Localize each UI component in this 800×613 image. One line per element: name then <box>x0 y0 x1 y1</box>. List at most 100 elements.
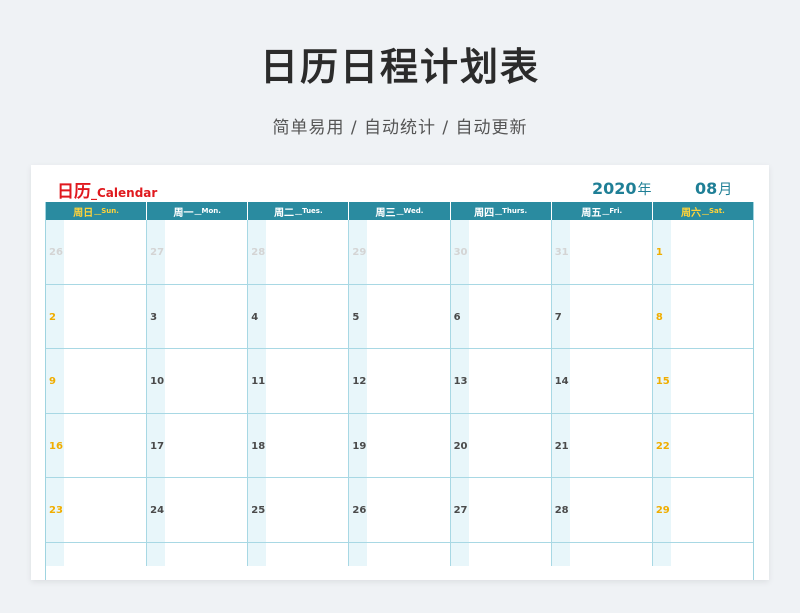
weekday-cn: 周二 <box>274 207 295 219</box>
day-cell[interactable] <box>248 542 350 566</box>
week-row: 9 10 11 12 13 14 15 <box>46 349 753 414</box>
day-number: 17 <box>150 440 165 452</box>
day-number: 5 <box>352 311 360 323</box>
year-value: 2020 <box>592 179 637 198</box>
day-cell[interactable]: 15 <box>652 349 753 413</box>
day-cell[interactable]: 27 <box>450 478 552 542</box>
day-number: 27 <box>150 247 165 258</box>
day-number: 1 <box>655 247 663 258</box>
day-cell[interactable]: 29 <box>652 478 753 542</box>
page-subtitle: 简单易用 / 自动统计 / 自动更新 <box>272 118 528 138</box>
day-cell[interactable]: 7 <box>551 284 653 349</box>
day-number: 12 <box>352 376 367 388</box>
weekday-cn: 周六 <box>681 207 702 219</box>
day-cell[interactable] <box>450 542 552 566</box>
day-cell[interactable]: 11 <box>248 349 350 413</box>
weekday-cn: 周一 <box>173 207 194 219</box>
day-cell[interactable]: 24 <box>147 478 249 542</box>
day-cell[interactable] <box>551 542 653 566</box>
week-row: 23 24 25 26 27 28 29 <box>46 478 753 543</box>
day-number: 8 <box>655 311 663 323</box>
weekday-header: 周日 __Sun. <box>46 202 148 220</box>
day-number: 3 <box>150 311 158 323</box>
day-cell[interactable]: 10 <box>147 349 249 413</box>
day-cell[interactable] <box>349 542 451 566</box>
day-cell[interactable]: 20 <box>450 413 552 478</box>
day-cell[interactable]: 21 <box>551 413 653 478</box>
day-cell[interactable]: 22 <box>652 413 753 478</box>
day-number: 29 <box>352 247 367 258</box>
day-cell[interactable] <box>652 542 753 566</box>
weekday-header: 周二 __Tues. <box>248 202 350 220</box>
day-number: 11 <box>251 376 266 388</box>
day-cell[interactable]: 17 <box>147 413 249 478</box>
day-number: 24 <box>150 505 165 517</box>
calendar-grid: 周日 __Sun. 周一 __Mon. 周二 __Tues. 周三 __Wed. 周四 __Thu… <box>45 202 754 580</box>
day-number: 9 <box>49 376 56 388</box>
weekday-en: __Fri. <box>602 207 623 215</box>
day-number: 28 <box>554 505 569 517</box>
day-cell[interactable]: 16 <box>46 413 148 478</box>
month-display: 08 月 <box>695 179 732 199</box>
weekday-en: __Sat. <box>702 207 725 215</box>
day-number: 6 <box>453 311 461 323</box>
weekday-en: __Thurs. <box>495 207 528 215</box>
day-number: 22 <box>655 440 670 452</box>
calendar-weeks: 26 27 28 29 30 31 1 2 3 4 5 6 7 8 9 10 11 12 13 14 15 16 17 18 1… <box>46 220 753 566</box>
day-number: 31 <box>554 247 569 258</box>
week-row: 26 27 28 29 30 31 1 <box>46 220 753 285</box>
day-cell[interactable]: 30 <box>450 220 552 284</box>
day-cell[interactable]: 25 <box>248 478 350 542</box>
day-cell[interactable]: 9 <box>46 349 148 413</box>
day-cell[interactable] <box>147 542 249 566</box>
day-cell[interactable]: 29 <box>349 220 451 284</box>
weekday-en: __Wed. <box>396 207 424 215</box>
calendar-label: 日历 _Calendar <box>57 177 157 202</box>
day-number: 10 <box>150 376 165 388</box>
day-cell[interactable]: 3 <box>147 284 249 349</box>
day-cell[interactable]: 26 <box>46 220 148 284</box>
day-cell[interactable]: 4 <box>248 284 350 349</box>
day-cell[interactable]: 2 <box>46 284 148 349</box>
year-unit: 年 <box>637 182 652 198</box>
day-cell[interactable]: 31 <box>551 220 653 284</box>
weekday-header-row: 周日 __Sun. 周一 __Mon. 周二 __Tues. 周三 __Wed. 周四 __Thu… <box>46 202 753 220</box>
day-cell[interactable]: 14 <box>551 349 653 413</box>
weekday-header: 周三 __Wed. <box>349 202 451 220</box>
day-number: 2 <box>49 311 56 323</box>
day-cell[interactable]: 28 <box>551 478 653 542</box>
week-row <box>46 542 753 566</box>
day-cell[interactable]: 26 <box>349 478 451 542</box>
day-cell[interactable]: 23 <box>46 478 148 542</box>
weekday-header: 周五 __Fri. <box>552 202 653 220</box>
weekday-header: 周四 __Thurs. <box>451 202 552 220</box>
year-display: 2020 年 <box>592 179 652 199</box>
weekday-en: __Tues. <box>295 207 323 215</box>
day-number: 20 <box>453 440 468 452</box>
weekday-header: 周六 __Sat. <box>653 202 753 220</box>
day-cell[interactable]: 28 <box>248 220 350 284</box>
day-cell[interactable]: 18 <box>248 413 350 478</box>
day-cell[interactable]: 8 <box>652 284 753 349</box>
day-number: 19 <box>352 440 367 452</box>
day-number: 27 <box>453 505 468 517</box>
day-number: 26 <box>352 505 367 517</box>
day-cell[interactable]: 6 <box>450 284 552 349</box>
day-number: 25 <box>251 505 266 517</box>
day-cell[interactable]: 13 <box>450 349 552 413</box>
day-cell[interactable]: 19 <box>349 413 451 478</box>
day-cell[interactable]: 5 <box>349 284 451 349</box>
calendar-card: 日历 _Calendar 2020 年 08 月 周日 __Sun. 周一 __Mon… <box>31 165 769 580</box>
weekday-cn: 周日 <box>73 207 94 219</box>
day-number: 4 <box>251 311 259 323</box>
day-number: 15 <box>655 376 670 388</box>
day-cell[interactable]: 27 <box>147 220 249 284</box>
calendar-label-cn: 日历 <box>57 182 91 202</box>
day-cell[interactable] <box>46 542 148 566</box>
weekday-en: __Sun. <box>94 207 119 215</box>
day-cell[interactable]: 1 <box>652 220 753 284</box>
day-number: 30 <box>453 247 468 258</box>
day-cell[interactable]: 12 <box>349 349 451 413</box>
page-title: 日历日程计划表 <box>259 45 540 89</box>
month-unit: 月 <box>718 182 733 198</box>
